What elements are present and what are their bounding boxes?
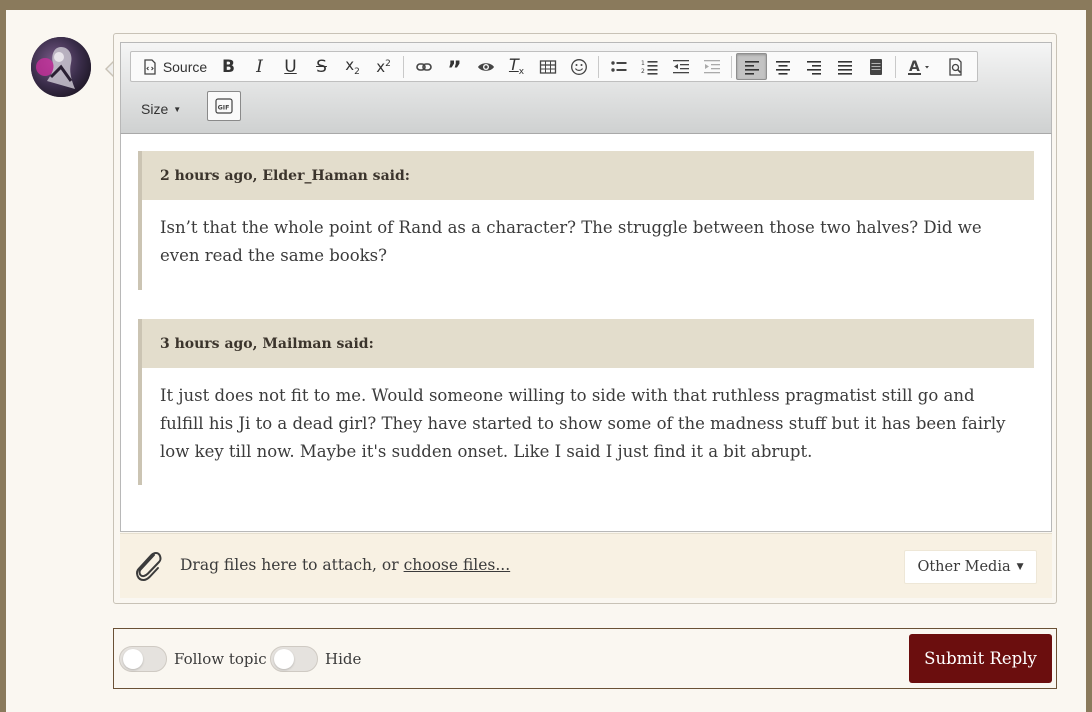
other-media-button[interactable]: Other Media ▼	[904, 550, 1037, 584]
preview-button[interactable]	[940, 53, 971, 80]
font-size-label: Size	[141, 101, 169, 117]
submit-reply-button[interactable]: Submit Reply	[909, 634, 1052, 683]
toolbar-separator	[895, 55, 896, 78]
smiley-icon	[570, 58, 587, 75]
avatar-image	[31, 37, 91, 97]
gif-button[interactable]: GIF	[207, 91, 241, 121]
follow-topic-toggle[interactable]	[119, 646, 167, 672]
svg-text:A: A	[909, 59, 920, 75]
page-break-button[interactable]	[860, 53, 891, 80]
align-center-button[interactable]	[767, 53, 798, 80]
other-media-label: Other Media	[917, 559, 1011, 575]
preview-icon	[948, 57, 962, 76]
outdent-button[interactable]	[665, 53, 696, 80]
source-icon	[144, 58, 156, 75]
align-left-icon	[744, 60, 759, 75]
attach-prefix: Drag files here to attach, or	[180, 556, 399, 574]
remove-format-button[interactable]: Tx	[501, 53, 532, 80]
reply-footer: Follow topic Hide Submit Reply	[113, 628, 1057, 689]
bullet-list-icon	[610, 60, 626, 72]
emoji-button[interactable]	[563, 53, 594, 80]
spoiler-button[interactable]	[470, 53, 501, 80]
svg-text:1: 1	[641, 60, 645, 67]
text-color-icon: A	[908, 59, 929, 75]
toolbar-separator	[731, 55, 732, 78]
eye-icon	[477, 62, 494, 71]
quote-body: Isn’t that the whole point of Rand as a …	[160, 218, 982, 265]
indent-button[interactable]	[696, 53, 727, 80]
link-icon	[415, 62, 432, 71]
attach-instructions: Drag files here to attach, or choose fil…	[180, 556, 510, 574]
outdent-icon	[672, 59, 689, 73]
bulleted-list-button[interactable]	[603, 53, 634, 80]
align-left-button[interactable]	[736, 53, 767, 80]
editor-content[interactable]: 2 hours ago, Elder_Haman said: Isn’t tha…	[120, 134, 1052, 532]
italic-button[interactable]: I	[244, 53, 275, 80]
font-size-dropdown[interactable]: Size ▼	[141, 101, 181, 117]
italic-icon: I	[256, 56, 263, 77]
bold-icon: B	[222, 56, 235, 77]
align-justify-icon	[837, 60, 852, 75]
blockquote-icon: ”	[447, 57, 462, 83]
user-avatar[interactable]	[31, 37, 91, 97]
strikethrough-button[interactable]: S	[306, 53, 337, 80]
reply-editor: Source B I U S x2 x2 ” Tx 1 2 A Size ▼ G…	[113, 33, 1057, 604]
subscript-button[interactable]: x2	[337, 53, 368, 80]
link-button[interactable]	[408, 53, 439, 80]
source-label: Source	[162, 58, 208, 75]
numbered-list-icon: 12	[641, 60, 657, 75]
toggle-knob	[274, 649, 294, 669]
quote-block: 3 hours ago, Mailman said: It just does …	[138, 319, 1034, 485]
follow-topic-label: Follow topic	[174, 650, 267, 668]
attachment-area[interactable]: Drag files here to attach, or choose fil…	[120, 533, 1052, 598]
table-button[interactable]	[532, 53, 563, 80]
caret-down-icon: ▼	[173, 104, 182, 114]
superscript-button[interactable]: x2	[368, 53, 399, 80]
page-break-icon	[869, 58, 882, 75]
source-button[interactable]: Source	[135, 53, 213, 80]
gif-icon: GIF	[215, 98, 233, 114]
hide-toggle[interactable]	[270, 646, 318, 672]
numbered-list-button[interactable]: 12	[634, 53, 665, 80]
superscript-icon: x2	[376, 57, 391, 76]
toolbar-separator	[598, 55, 599, 78]
align-right-button[interactable]	[798, 53, 829, 80]
text-color-button[interactable]: A	[900, 53, 940, 80]
subscript-icon: x2	[345, 56, 360, 77]
hide-label: Hide	[325, 650, 362, 668]
underline-button[interactable]: U	[275, 53, 306, 80]
align-center-icon	[775, 60, 790, 75]
caret-down-icon: ▼	[1016, 562, 1024, 572]
page: Source B I U S x2 x2 ” Tx 1 2 A Size ▼ G…	[6, 10, 1086, 712]
editor-toolbar: Source B I U S x2 x2 ” Tx 1 2 A Size ▼ G…	[120, 42, 1052, 134]
quote-header: 2 hours ago, Elder_Haman said:	[142, 151, 1034, 200]
paperclip-icon	[132, 549, 164, 587]
choose-files-link[interactable]: choose files...	[404, 556, 511, 574]
bold-button[interactable]: B	[213, 53, 244, 80]
svg-text:2: 2	[641, 68, 645, 75]
align-right-icon	[806, 60, 821, 75]
strikethrough-icon: S	[316, 56, 327, 77]
quote-button[interactable]: ”	[439, 53, 470, 83]
justify-button[interactable]	[829, 53, 860, 80]
toolbar-row: Source B I U S x2 x2 ” Tx 1 2 A	[130, 51, 978, 82]
svg-text:GIF: GIF	[218, 104, 230, 111]
quote-block: 2 hours ago, Elder_Haman said: Isn’t tha…	[138, 151, 1034, 290]
underline-icon: U	[284, 56, 297, 77]
quote-body: It just does not fit to me. Would someon…	[160, 386, 1006, 461]
toggle-knob	[123, 649, 143, 669]
indent-icon	[703, 59, 720, 73]
quote-header: 3 hours ago, Mailman said:	[142, 319, 1034, 368]
clear-format-icon: Tx	[508, 55, 525, 78]
toolbar-separator	[403, 55, 404, 78]
table-icon	[539, 59, 556, 74]
